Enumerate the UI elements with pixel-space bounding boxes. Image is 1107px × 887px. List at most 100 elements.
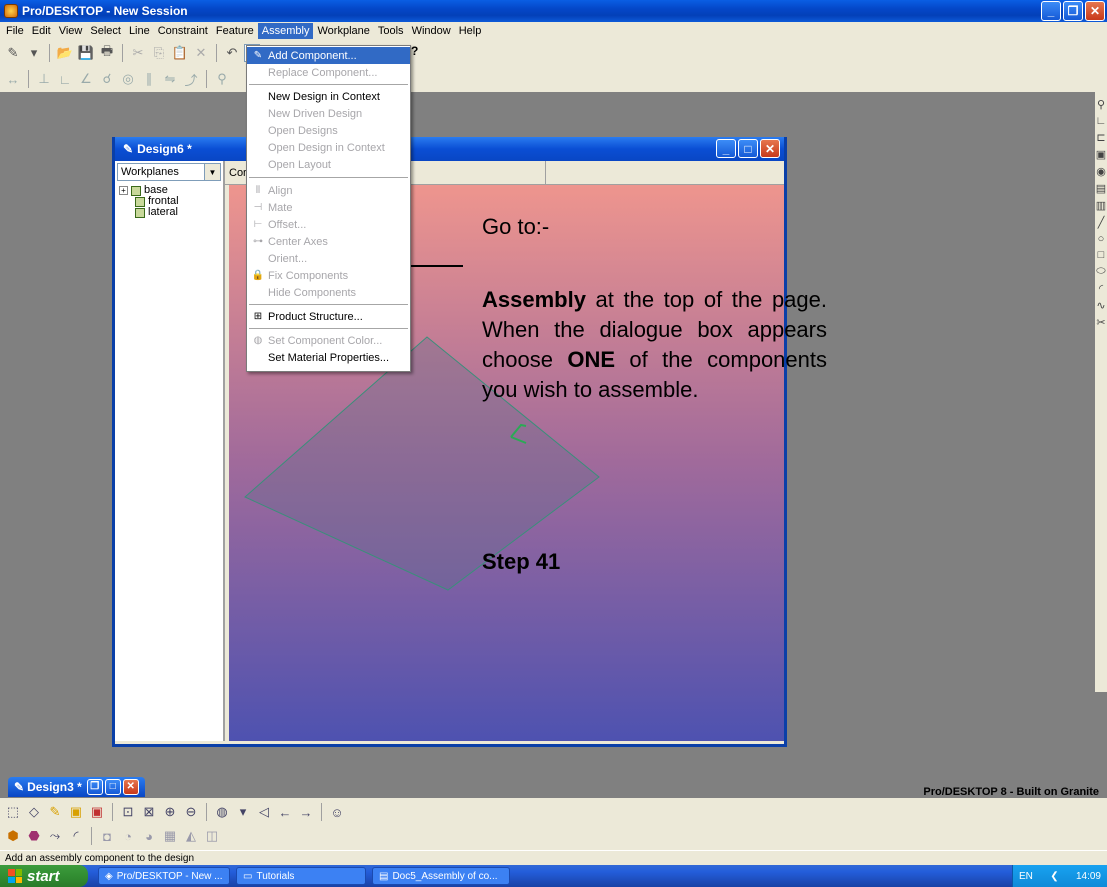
menu-item-align[interactable]: ⫴ Align xyxy=(247,182,410,199)
menu-item-open-layout[interactable]: Open Layout xyxy=(247,156,410,173)
task-tutorials[interactable]: ▭ Tutorials xyxy=(236,867,366,885)
paste-icon[interactable]: 📋 xyxy=(171,44,189,62)
zoom-in-icon[interactable]: ⊕ xyxy=(161,803,179,821)
perpendicular-icon[interactable]: ∟ xyxy=(56,70,74,88)
tray-arrow-icon[interactable]: ❮ xyxy=(1050,871,1058,882)
cut-icon[interactable]: ✂ xyxy=(129,44,147,62)
ellipse-tool-icon[interactable]: ⬭ xyxy=(1096,265,1105,278)
menu-help[interactable]: Help xyxy=(455,23,486,39)
menu-item-open-design-in-context[interactable]: Open Design in Context xyxy=(247,139,410,156)
cube-tool-icon[interactable]: ▤ xyxy=(1096,182,1106,195)
zoom-window-icon[interactable]: ⊠ xyxy=(140,803,158,821)
browser-dropdown[interactable]: Workplanes ▼ xyxy=(117,163,221,181)
trim-tool-icon[interactable]: ✂ xyxy=(1096,316,1105,329)
expand-icon[interactable]: + xyxy=(119,186,128,195)
back-arrow-icon[interactable]: ← xyxy=(276,803,294,821)
constraint-icon[interactable]: ⊥ xyxy=(35,70,53,88)
menu-assembly[interactable]: Assembly xyxy=(257,23,314,39)
menu-line[interactable]: Line xyxy=(125,23,154,39)
save-icon[interactable]: 💾 xyxy=(77,44,95,62)
chevron-down-icon[interactable]: ▼ xyxy=(204,164,220,180)
zoom-fit-icon[interactable]: ⊡ xyxy=(119,803,137,821)
app-title-bar[interactable]: Pro/DESKTOP - New Session _ ❐ ✕ xyxy=(0,0,1107,22)
undo-icon[interactable]: ↶ xyxy=(223,44,241,62)
menu-file[interactable]: File xyxy=(2,23,28,39)
menu-item-set-component-color[interactable]: ◍ Set Component Color... xyxy=(247,332,410,349)
menu-view[interactable]: View xyxy=(55,23,87,39)
forward-arrow-icon[interactable]: → xyxy=(297,803,315,821)
line-tool-icon[interactable]: ╱ xyxy=(1098,216,1105,229)
maximize-button[interactable]: ❐ xyxy=(1063,1,1083,21)
menu-edit[interactable]: Edit xyxy=(28,23,55,39)
menu-item-mate[interactable]: ⊣ Mate xyxy=(247,199,410,216)
minimized-design-window[interactable]: ✎ Design3 * ❐ □ ✕ xyxy=(8,777,145,797)
loft-icon[interactable]: ◜ xyxy=(67,827,85,845)
shaded-box-icon[interactable]: ▣ xyxy=(67,803,85,821)
previous-view-icon[interactable]: ◁ xyxy=(255,803,273,821)
sweep-icon[interactable]: ⤳ xyxy=(46,827,64,845)
design-maximize-button[interactable]: □ xyxy=(738,139,758,158)
frame-tool-icon[interactable]: ⊏ xyxy=(1096,131,1105,144)
chamfer-icon[interactable]: ◕ xyxy=(140,827,158,845)
render-icon[interactable]: ◍ xyxy=(213,803,231,821)
dropdown-arrow-icon[interactable]: ▾ xyxy=(234,803,252,821)
menu-item-fix-components[interactable]: 🔒 Fix Components xyxy=(247,267,410,284)
print-icon[interactable]: 🖶 xyxy=(98,43,116,62)
menu-item-replace-component[interactable]: Replace Component... xyxy=(247,64,410,81)
menu-item-hide-components[interactable]: Hide Components xyxy=(247,284,410,301)
draft-icon[interactable]: ◫ xyxy=(203,827,221,845)
circle-tool-icon[interactable]: ○ xyxy=(1098,233,1105,245)
stack-tool-icon[interactable]: ▥ xyxy=(1096,199,1106,212)
workplane-tool-icon[interactable]: ⚲ xyxy=(1097,98,1105,111)
menu-item-open-designs[interactable]: Open Designs xyxy=(247,122,410,139)
maximize-button[interactable]: □ xyxy=(104,779,121,795)
spline-tool-icon[interactable]: ∿ xyxy=(1096,299,1105,312)
symmetry-icon[interactable]: ⇋ xyxy=(161,70,179,88)
close-button[interactable]: ✕ xyxy=(122,779,139,795)
menu-item-center-axes[interactable]: ⊶ Center Axes xyxy=(247,233,410,250)
box-tool-icon[interactable]: ▣ xyxy=(1096,148,1106,161)
menu-window[interactable]: Window xyxy=(408,23,455,39)
iso-view-icon[interactable]: ⬚ xyxy=(4,803,22,821)
design-window-title-bar[interactable]: ✎ Design6 * _ □ ✕ xyxy=(115,137,784,161)
menu-item-set-material-properties[interactable]: Set Material Properties... xyxy=(247,349,410,366)
menu-item-new-driven-design[interactable]: New Driven Design xyxy=(247,105,410,122)
coincident-icon[interactable]: ⤴ xyxy=(182,70,200,88)
red-box-icon[interactable]: ▣ xyxy=(88,803,106,821)
fillet-icon[interactable]: ◔ xyxy=(119,827,137,845)
menu-tools[interactable]: Tools xyxy=(374,23,408,39)
menu-item-product-structure[interactable]: ⊞ Product Structure... xyxy=(247,308,410,325)
design-minimize-button[interactable]: _ xyxy=(716,139,736,158)
wire-view-icon[interactable]: ◇ xyxy=(25,803,43,821)
language-indicator[interactable]: EN xyxy=(1019,871,1033,882)
design-close-button[interactable]: ✕ xyxy=(760,139,780,158)
restore-button[interactable]: ❐ xyxy=(86,779,103,795)
dropdown-arrow-icon[interactable]: ▾ xyxy=(25,44,43,62)
axis-tool-icon[interactable]: ∟ xyxy=(1096,115,1107,127)
menu-item-add-component[interactable]: ✎ Add Component... xyxy=(247,47,410,64)
pencil-icon[interactable]: ✎ xyxy=(46,803,64,821)
concentric-icon[interactable]: ◎ xyxy=(119,70,137,88)
copy-icon[interactable]: ⎘ xyxy=(150,44,168,62)
menu-feature[interactable]: Feature xyxy=(212,23,258,39)
smiley-icon[interactable]: ☺ xyxy=(328,803,346,821)
menu-constraint[interactable]: Constraint xyxy=(154,23,212,39)
shell-icon[interactable]: ◘ xyxy=(98,827,116,845)
start-button[interactable]: start xyxy=(0,865,88,887)
pen-icon[interactable]: ✎ xyxy=(4,44,22,62)
extrude-icon[interactable]: ⬢ xyxy=(4,827,22,845)
tree-item[interactable]: lateral xyxy=(119,207,223,218)
dimension-icon[interactable]: ↔ xyxy=(4,70,22,88)
search-icon[interactable]: ⚲ xyxy=(213,70,231,88)
menu-item-offset[interactable]: ⊢ Offset... xyxy=(247,216,410,233)
menu-item-new-design-in-context[interactable]: New Design in Context xyxy=(247,88,410,105)
open-icon[interactable]: 📂 xyxy=(56,44,74,62)
task-prodesktop[interactable]: ◈ Pro/DESKTOP - New ... xyxy=(98,867,230,885)
zoom-out-icon[interactable]: ⊖ xyxy=(182,803,200,821)
arc-tool-icon[interactable]: ◜ xyxy=(1099,282,1103,295)
pattern-icon[interactable]: ▦ xyxy=(161,827,179,845)
angle-icon[interactable]: ∠ xyxy=(77,70,95,88)
revolve-icon[interactable]: ⬣ xyxy=(25,827,43,845)
parallel-icon[interactable]: ∥ xyxy=(140,70,158,88)
menu-workplane[interactable]: Workplane xyxy=(313,23,373,39)
